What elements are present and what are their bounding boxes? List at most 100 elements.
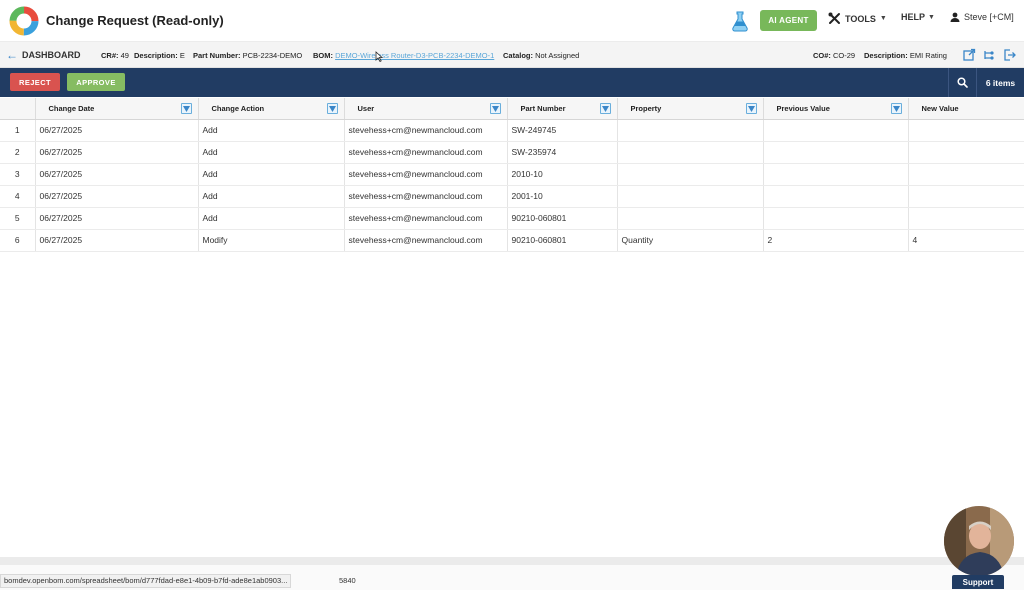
cell-previous-value[interactable] [763, 185, 909, 208]
cell-property[interactable] [617, 141, 764, 164]
cell-previous-value[interactable] [763, 163, 909, 186]
cell-user[interactable]: stevehess+cm@newmancloud.com [344, 229, 508, 252]
cell-change-date[interactable]: 06/27/2025 [35, 185, 199, 208]
cell-new-value[interactable] [908, 207, 1024, 230]
column-header-change-action[interactable]: Change Action [198, 98, 345, 120]
horizontal-scrollbar[interactable] [0, 557, 1024, 565]
cr-key: CR#: [101, 51, 119, 60]
cell-change-date[interactable]: 06/27/2025 [35, 229, 199, 252]
cell-part-number[interactable]: SW-235974 [507, 141, 618, 164]
exit-icon[interactable] [1002, 48, 1016, 62]
approve-button[interactable]: APPROVE [67, 73, 125, 91]
cell-change-action[interactable]: Add [198, 207, 345, 230]
user-name: Steve [+CM] [964, 12, 1014, 22]
tools-menu[interactable]: TOOLS ▼ [828, 12, 887, 25]
table-row[interactable]: 3 06/27/2025 Add stevehess+cm@newmanclou… [0, 163, 1024, 186]
cell-property[interactable] [617, 163, 764, 186]
column-header-new-value[interactable]: New Value [908, 98, 1024, 120]
openbom-logo-icon[interactable] [9, 6, 39, 36]
user-menu[interactable]: Steve [+CM] [950, 12, 1014, 22]
filter-icon[interactable] [326, 103, 338, 114]
filter-icon[interactable] [745, 103, 757, 114]
table-row[interactable]: 4 06/27/2025 Add stevehess+cm@newmanclou… [0, 185, 1024, 208]
cell-user[interactable]: stevehess+cm@newmancloud.com [344, 119, 508, 142]
cell-new-value[interactable] [908, 163, 1024, 186]
cell-change-date[interactable]: 06/27/2025 [35, 163, 199, 186]
ai-agent-button[interactable]: AI AGENT [760, 10, 817, 31]
cell-new-value[interactable] [908, 141, 1024, 164]
user-icon [950, 12, 960, 22]
cell-change-date[interactable]: 06/27/2025 [35, 141, 199, 164]
part-number-key: Part Number: [193, 51, 241, 60]
filter-icon[interactable] [180, 103, 192, 114]
filter-icon[interactable] [890, 103, 902, 114]
external-link-icon[interactable] [962, 48, 976, 62]
page-title: Change Request (Read-only) [46, 13, 224, 28]
info-bar: ← DASHBOARD CR#: 49 Description: E Part … [0, 42, 1024, 68]
presenter-video-bubble [944, 506, 1014, 576]
change-table: Change Date Change Action User Part Numb… [0, 98, 1024, 252]
cell-user[interactable]: stevehess+cm@newmancloud.com [344, 207, 508, 230]
reject-button[interactable]: REJECT [10, 73, 60, 91]
cell-part-number[interactable]: 2001-10 [507, 185, 618, 208]
column-header-user[interactable]: User [344, 98, 508, 120]
help-menu[interactable]: HELP ▼ [901, 12, 935, 22]
cell-part-number[interactable]: SW-249745 [507, 119, 618, 142]
cursor-icon [375, 51, 383, 62]
search-button[interactable] [948, 68, 976, 97]
catalog-key: Catalog: [503, 51, 533, 60]
cell-user[interactable]: stevehess+cm@newmancloud.com [344, 163, 508, 186]
cell-property[interactable] [617, 119, 764, 142]
column-header-property[interactable]: Property [617, 98, 764, 120]
cell-new-value[interactable]: 4 [908, 229, 1024, 252]
column-label: Change Date [48, 103, 95, 113]
cell-part-number[interactable]: 2010-10 [507, 163, 618, 186]
cell-previous-value[interactable]: 2 [763, 229, 909, 252]
cell-change-action[interactable]: Modify [198, 229, 345, 252]
dashboard-back-link[interactable]: ← DASHBOARD [6, 48, 81, 62]
cell-change-action[interactable]: Add [198, 163, 345, 186]
cell-change-date[interactable]: 06/27/2025 [35, 119, 199, 142]
tree-icon[interactable] [982, 48, 996, 62]
flask-icon[interactable] [729, 10, 751, 32]
column-header-previous-value[interactable]: Previous Value [763, 98, 909, 120]
cell-user[interactable]: stevehess+cm@newmancloud.com [344, 141, 508, 164]
cell-property[interactable]: Quantity [617, 229, 764, 252]
filter-icon[interactable] [599, 103, 611, 114]
column-header-part-number[interactable]: Part Number [507, 98, 618, 120]
co-value: CO-29 [833, 51, 856, 60]
chevron-down-icon: ▼ [928, 13, 935, 21]
cell-new-value[interactable] [908, 119, 1024, 142]
catalog-value: Not Assigned [535, 51, 580, 60]
column-label: User [357, 103, 375, 113]
catalog-field: Catalog: Not Assigned [503, 51, 579, 60]
dashboard-label: DASHBOARD [22, 50, 81, 60]
cr-value: 49 [120, 51, 129, 60]
cell-previous-value[interactable] [763, 141, 909, 164]
cell-change-date[interactable]: 06/27/2025 [35, 207, 199, 230]
table-row[interactable]: 2 06/27/2025 Add stevehess+cm@newmanclou… [0, 141, 1024, 164]
cell-new-value[interactable] [908, 185, 1024, 208]
cell-property[interactable] [617, 207, 764, 230]
cell-property[interactable] [617, 185, 764, 208]
table-row[interactable]: 1 06/27/2025 Add stevehess+cm@newmanclou… [0, 119, 1024, 142]
cell-change-action[interactable]: Add [198, 185, 345, 208]
cell-change-action[interactable]: Add [198, 141, 345, 164]
cell-part-number[interactable]: 90210-060801 [507, 229, 618, 252]
cell-previous-value[interactable] [763, 119, 909, 142]
co-key: CO#: [813, 51, 831, 60]
column-label: Property [630, 103, 662, 113]
tools-label: TOOLS [845, 13, 876, 24]
cell-part-number[interactable]: 90210-060801 [507, 207, 618, 230]
cell-change-action[interactable]: Add [198, 119, 345, 142]
bom-link[interactable]: DEMO-Wireless Router-D3-PCB-2234-DEMO-1 [335, 51, 494, 60]
row-number: 2 [0, 141, 36, 164]
cell-user[interactable]: stevehess+cm@newmancloud.com [344, 185, 508, 208]
filter-icon[interactable] [489, 103, 501, 114]
table-row[interactable]: 6 06/27/2025 Modify stevehess+cm@newmanc… [0, 229, 1024, 252]
table-row[interactable]: 5 06/27/2025 Add stevehess+cm@newmanclou… [0, 207, 1024, 230]
row-number: 5 [0, 207, 36, 230]
cell-previous-value[interactable] [763, 207, 909, 230]
support-button[interactable]: Support [952, 575, 1004, 589]
column-header-change-date[interactable]: Change Date [35, 98, 199, 120]
